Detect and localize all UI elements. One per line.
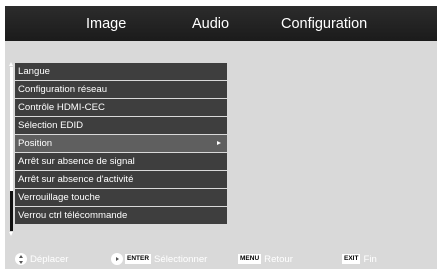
menu-item-selection-edid[interactable]: Sélection EDID xyxy=(15,117,227,135)
scroll-thumb[interactable] xyxy=(10,191,13,231)
menu-item-label: Verrou ctrl télécommande xyxy=(18,210,128,221)
help-back: MENU Retour xyxy=(238,252,293,266)
menu-item-arret-absence-signal[interactable]: Arrêt sur absence de signal xyxy=(15,153,227,171)
menu-item-verrouillage-touche[interactable]: Verrouillage touche xyxy=(15,189,227,207)
right-arrow-icon xyxy=(217,141,221,145)
scroll-down-arrow-icon[interactable] xyxy=(9,232,13,236)
menu-item-configuration-reseau[interactable]: Configuration réseau xyxy=(15,81,227,99)
menu-item-arret-absence-activite[interactable]: Arrêt sur absence d'activité xyxy=(15,171,227,189)
menu-item-label: Configuration réseau xyxy=(18,84,108,95)
help-bar: Déplacer ENTER Sélectionner MENU Retour … xyxy=(15,252,435,266)
help-end-label: Fin xyxy=(363,253,377,265)
menu-item-label: Contrôle HDMI-CEC xyxy=(18,102,105,113)
help-move: Déplacer xyxy=(15,252,68,266)
osd-menu-panel: Image Audio Configuration Langue Configu… xyxy=(5,6,437,269)
menu-key-badge: MENU xyxy=(238,254,262,264)
menu-item-position[interactable]: Position xyxy=(15,135,227,153)
tab-bar: Image Audio Configuration xyxy=(5,6,437,41)
scroll-up-arrow-icon[interactable] xyxy=(9,62,13,66)
scroll-track[interactable] xyxy=(10,67,13,231)
menu-item-label: Sélection EDID xyxy=(18,120,84,131)
menu-item-label: Arrêt sur absence de signal xyxy=(18,156,135,167)
enter-button-icon xyxy=(111,253,123,265)
menu-item-controle-hdmi-cec[interactable]: Contrôle HDMI-CEC xyxy=(15,99,227,117)
tab-audio[interactable]: Audio xyxy=(192,16,229,32)
tab-image[interactable]: Image xyxy=(86,16,126,32)
menu-item-verrou-ctrl-telecommande[interactable]: Verrou ctrl télécommande xyxy=(15,207,227,225)
tab-configuration[interactable]: Configuration xyxy=(281,16,367,32)
up-down-nav-icon xyxy=(15,253,27,265)
settings-menu-list: Langue Configuration réseau Contrôle HDM… xyxy=(15,63,227,225)
help-back-label: Retour xyxy=(264,253,293,265)
help-end: EXIT Fin xyxy=(342,252,377,266)
enter-key-badge: ENTER xyxy=(125,254,152,264)
help-move-label: Déplacer xyxy=(30,253,69,265)
menu-item-langue[interactable]: Langue xyxy=(15,63,227,81)
menu-item-label: Position xyxy=(18,138,53,149)
menu-item-label: Langue xyxy=(18,66,51,77)
exit-key-badge: EXIT xyxy=(342,254,361,264)
menu-scrollbar[interactable] xyxy=(9,62,14,236)
menu-item-label: Verrouillage touche xyxy=(18,192,101,203)
help-select-label: Sélectionner xyxy=(154,253,208,265)
menu-item-label: Arrêt sur absence d'activité xyxy=(18,174,134,185)
help-select: ENTER Sélectionner xyxy=(111,252,207,266)
